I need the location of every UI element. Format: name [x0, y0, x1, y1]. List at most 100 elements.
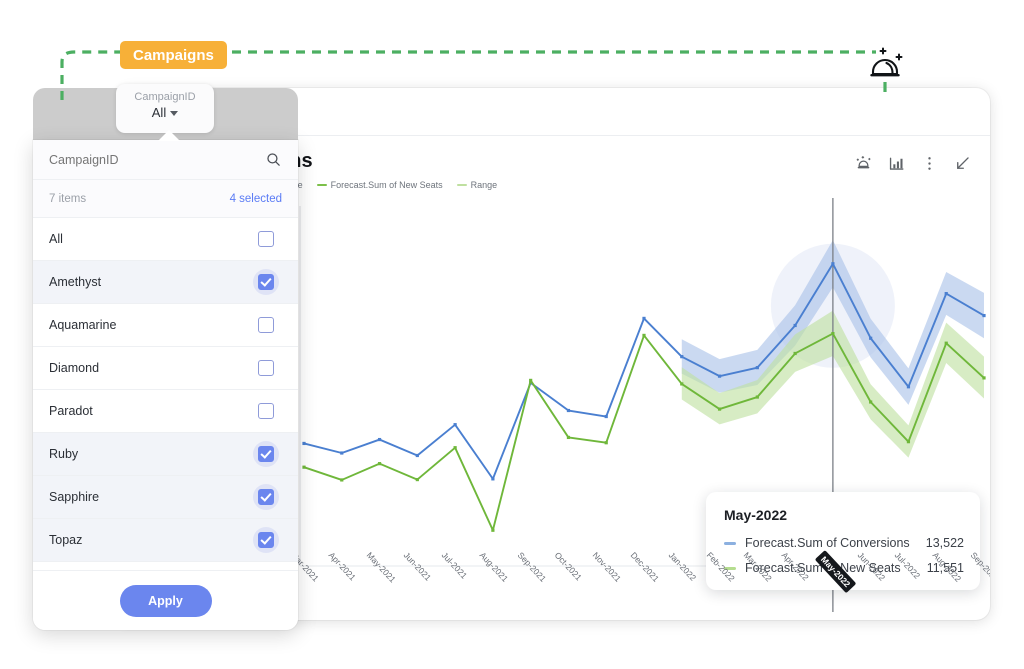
filter-item-checkbox[interactable]	[253, 355, 279, 381]
filter-item-label: Sapphire	[49, 490, 99, 504]
data-point[interactable]	[982, 376, 985, 379]
data-point[interactable]	[756, 366, 759, 369]
filter-item-checkbox[interactable]	[253, 441, 279, 467]
x-tick-label: Aug-2022	[931, 550, 963, 584]
chevron-down-icon	[170, 111, 178, 116]
x-tick-label: Dec-2021	[629, 550, 661, 584]
legend-item-new-seats[interactable]: Forecast.Sum of New Seats	[317, 180, 443, 190]
x-tick-label: May-2021	[364, 550, 397, 584]
data-point[interactable]	[680, 355, 683, 358]
filter-item-label: All	[49, 232, 63, 246]
x-tick-label: Oct-2021	[553, 550, 584, 582]
filter-item-label: Topaz	[49, 533, 82, 547]
more-options-icon[interactable]	[920, 154, 939, 173]
collapse-icon[interactable]	[953, 154, 972, 173]
data-point[interactable]	[302, 442, 305, 445]
x-tick-label: Jul-2022	[893, 550, 923, 581]
data-point[interactable]	[831, 262, 834, 265]
data-point[interactable]	[642, 317, 645, 320]
filter-item-amethyst[interactable]: Amethyst	[33, 261, 298, 304]
x-tick-label: Mar-2022	[742, 550, 774, 583]
campaign-filter-tab[interactable]: CampaignID All	[116, 84, 214, 133]
data-point[interactable]	[340, 451, 343, 454]
ai-insight-bulb-icon	[862, 40, 908, 88]
checkbox-unchecked-icon	[258, 231, 274, 247]
filter-item-checkbox[interactable]	[253, 312, 279, 338]
legend-item-new-seats-range[interactable]: Range	[457, 180, 498, 190]
filter-item-checkbox[interactable]	[253, 398, 279, 424]
chart-type-icon[interactable]	[887, 154, 906, 173]
data-point[interactable]	[831, 332, 834, 335]
filter-item-checkbox[interactable]	[253, 484, 279, 510]
checkbox-checked-icon	[258, 274, 274, 290]
checkbox-checked-icon	[258, 532, 274, 548]
filter-item-aquamarine[interactable]: Aquamarine	[33, 304, 298, 347]
filter-item-ruby[interactable]: Ruby	[33, 433, 298, 476]
filter-selected-count[interactable]: 4 selected	[230, 193, 282, 205]
data-point[interactable]	[794, 324, 797, 327]
data-point[interactable]	[642, 334, 645, 337]
checkbox-checked-icon	[258, 489, 274, 505]
filter-item-checkbox[interactable]	[253, 269, 279, 295]
x-tick-label: Apr-2022	[780, 550, 811, 582]
data-point[interactable]	[567, 436, 570, 439]
data-point[interactable]	[529, 379, 532, 382]
x-tick-label: Sep-2021	[515, 550, 547, 584]
data-point[interactable]	[567, 409, 570, 412]
data-point[interactable]	[454, 446, 457, 449]
data-point[interactable]	[416, 478, 419, 481]
campaign-filter-value-label: All	[152, 104, 166, 122]
data-point[interactable]	[491, 477, 494, 480]
filter-meta-row: 7 items 4 selected	[33, 180, 298, 218]
data-point[interactable]	[454, 423, 457, 426]
tooltip-title: May-2022	[724, 507, 964, 523]
data-point[interactable]	[907, 385, 910, 388]
filter-item-label: Amethyst	[49, 275, 101, 289]
data-point[interactable]	[605, 441, 608, 444]
legend-swatch-new-seats	[317, 184, 327, 186]
campaign-filter-value: All	[116, 104, 214, 122]
filter-item-all[interactable]: All	[33, 218, 298, 261]
checkbox-checked-icon	[258, 446, 274, 462]
x-tick-label: Jan-2022	[666, 550, 697, 583]
data-point[interactable]	[794, 352, 797, 355]
ai-insight-icon[interactable]	[854, 154, 873, 173]
filter-item-label: Diamond	[49, 361, 99, 375]
data-point[interactable]	[378, 438, 381, 441]
x-tick-label: Jun-2021	[402, 550, 433, 583]
data-point[interactable]	[869, 400, 872, 403]
checkbox-unchecked-icon	[258, 360, 274, 376]
data-point[interactable]	[491, 529, 494, 532]
filter-search-input[interactable]	[49, 153, 265, 167]
data-point[interactable]	[718, 407, 721, 410]
filter-item-checkbox[interactable]	[253, 226, 279, 252]
filter-item-sapphire[interactable]: Sapphire	[33, 476, 298, 519]
data-point[interactable]	[982, 314, 985, 317]
x-tick-label: Jul-2021	[440, 550, 470, 581]
data-point[interactable]	[869, 337, 872, 340]
data-point[interactable]	[605, 415, 608, 418]
data-point[interactable]	[680, 382, 683, 385]
data-point[interactable]	[756, 395, 759, 398]
x-tick-label: Nov-2021	[591, 550, 623, 584]
data-point[interactable]	[416, 454, 419, 457]
data-point[interactable]	[907, 440, 910, 443]
filter-search-row[interactable]	[33, 140, 298, 180]
filter-item-checkbox[interactable]	[253, 527, 279, 553]
checkbox-unchecked-icon	[258, 403, 274, 419]
screen-root: gnID igns › Conversions cast.Sum of Conv…	[0, 0, 1024, 669]
data-point[interactable]	[945, 292, 948, 295]
dropdown-pointer-notch	[158, 130, 180, 141]
filter-item-topaz[interactable]: Topaz	[33, 519, 298, 562]
data-point[interactable]	[378, 462, 381, 465]
data-point[interactable]	[340, 478, 343, 481]
data-point[interactable]	[302, 466, 305, 469]
apply-button[interactable]: Apply	[120, 585, 212, 617]
filter-item-paradot[interactable]: Paradot	[33, 390, 298, 433]
data-point[interactable]	[718, 375, 721, 378]
legend-label-new-seats-range: Range	[471, 180, 498, 190]
data-point[interactable]	[945, 342, 948, 345]
search-icon[interactable]	[265, 151, 282, 168]
filter-item-diamond[interactable]: Diamond	[33, 347, 298, 390]
x-tick-label: Aug-2021	[478, 550, 510, 584]
